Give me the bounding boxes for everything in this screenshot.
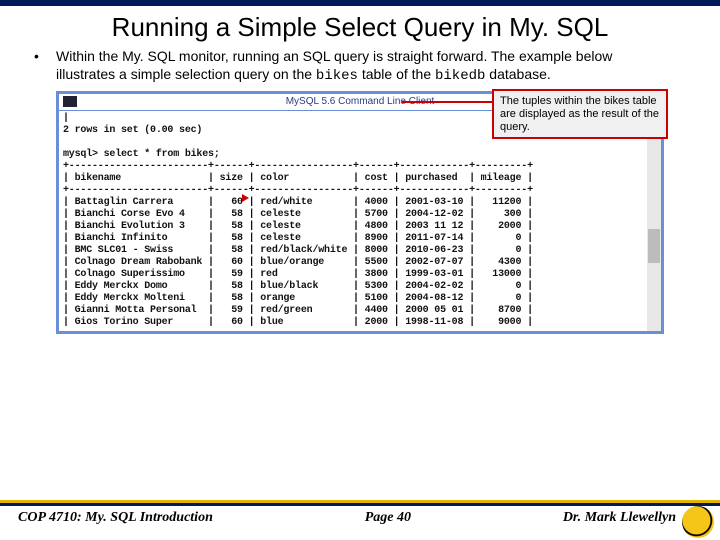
body-text-3: database. bbox=[485, 66, 550, 82]
callout-text: The tuples within the bikes table are di… bbox=[500, 95, 659, 132]
footer-author: Dr. Mark Llewellyn bbox=[563, 510, 676, 526]
scrollbar[interactable] bbox=[647, 109, 661, 331]
red-arrow-icon bbox=[242, 194, 249, 202]
footer-course: COP 4710: My. SQL Introduction bbox=[18, 510, 213, 526]
callout-box: The tuples within the bikes table are di… bbox=[492, 89, 668, 139]
footer-page: Page 40 bbox=[365, 510, 411, 526]
screenshot-container: The tuples within the bikes table are di… bbox=[56, 91, 664, 334]
bullet-dot: • bbox=[34, 47, 39, 65]
terminal-output: | 2 rows in set (0.00 sec) mysql> select… bbox=[63, 113, 657, 329]
body-text-2: table of the bbox=[358, 66, 435, 82]
slide-title: Running a Simple Select Query in My. SQL bbox=[0, 6, 720, 47]
slide-footer: COP 4710: My. SQL Introduction Page 40 D… bbox=[0, 500, 720, 540]
body-paragraph: • Within the My. SQL monitor, running an… bbox=[0, 47, 720, 85]
ucf-logo-icon bbox=[682, 506, 714, 538]
terminal-body: | 2 rows in set (0.00 sec) mysql> select… bbox=[59, 111, 661, 331]
callout-connector bbox=[402, 101, 494, 103]
mono-bikes: bikes bbox=[316, 68, 358, 84]
scrollbar-thumb[interactable] bbox=[648, 229, 660, 263]
window-icon bbox=[63, 96, 77, 107]
mono-bikedb: bikedb bbox=[435, 68, 485, 84]
